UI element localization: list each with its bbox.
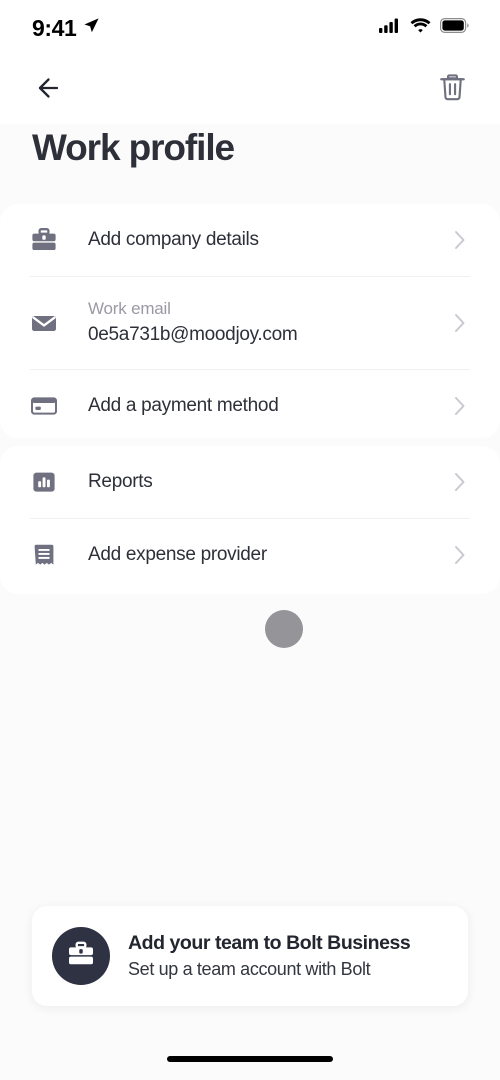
list-item-text: Add company details bbox=[88, 228, 440, 253]
status-time: 9:41 bbox=[32, 14, 77, 41]
promo-subtitle: Set up a team account with Bolt bbox=[128, 959, 371, 980]
list-item-text: Add expense provider bbox=[88, 543, 440, 568]
work-email-label: Work email bbox=[88, 299, 171, 319]
list-item-expense-provider[interactable]: Add expense provider bbox=[0, 519, 500, 591]
credit-card-icon bbox=[30, 392, 66, 420]
list-item-label: Add company details bbox=[88, 228, 259, 250]
list-item-text: Work email 0e5a731b@moodjoy.com bbox=[88, 298, 440, 348]
page-title: Work profile bbox=[32, 127, 235, 168]
briefcase-icon bbox=[30, 226, 66, 254]
bolt-business-promo-card[interactable]: Add your team to Bolt Business Set up a … bbox=[32, 906, 468, 1006]
delete-profile-button[interactable] bbox=[434, 72, 470, 108]
status-bar-right bbox=[379, 18, 470, 38]
location-arrow-icon bbox=[83, 17, 100, 39]
chevron-right-icon bbox=[450, 471, 470, 493]
list-item-label: Add a payment method bbox=[88, 394, 279, 416]
list-item-payment-method[interactable]: Add a payment method bbox=[0, 370, 500, 442]
promo-avatar bbox=[52, 927, 110, 985]
work-email-value: 0e5a731b@moodjoy.com bbox=[88, 324, 298, 346]
list-item-company-details[interactable]: Add company details bbox=[0, 204, 500, 276]
back-button[interactable] bbox=[28, 72, 64, 108]
receipt-icon bbox=[30, 541, 66, 569]
briefcase-icon bbox=[66, 939, 96, 974]
cellular-signal-icon bbox=[379, 18, 401, 38]
chevron-right-icon bbox=[450, 395, 470, 417]
profile-details-group: Add company details Work email 0e5a731b@… bbox=[0, 204, 500, 438]
home-indicator[interactable] bbox=[167, 1056, 333, 1062]
app-screen: 9:41 Work profile Add company details Wo… bbox=[0, 0, 500, 1080]
wifi-icon bbox=[410, 18, 431, 38]
chevron-right-icon bbox=[450, 312, 470, 334]
list-item-label: Reports bbox=[88, 470, 153, 492]
battery-full-icon bbox=[440, 18, 470, 38]
status-bar-left: 9:41 bbox=[32, 14, 100, 41]
envelope-icon bbox=[30, 309, 66, 337]
bar-chart-icon bbox=[30, 468, 66, 496]
list-item-label: Add expense provider bbox=[88, 543, 267, 565]
navigation-bar bbox=[0, 56, 500, 124]
expenses-group: Reports Add expense provider bbox=[0, 446, 500, 594]
list-item-work-email[interactable]: Work email 0e5a731b@moodjoy.com bbox=[0, 277, 500, 369]
chevron-right-icon bbox=[450, 229, 470, 251]
list-item-text: Add a payment method bbox=[88, 394, 440, 419]
promo-title: Add your team to Bolt Business bbox=[128, 931, 411, 954]
list-item-reports[interactable]: Reports bbox=[0, 446, 500, 518]
loading-spinner bbox=[265, 610, 303, 648]
trash-icon bbox=[439, 73, 466, 107]
status-bar: 9:41 bbox=[0, 0, 500, 56]
promo-text: Add your team to Bolt Business Set up a … bbox=[128, 930, 411, 983]
chevron-right-icon bbox=[450, 544, 470, 566]
list-item-text: Reports bbox=[88, 470, 440, 495]
arrow-left-icon bbox=[31, 73, 61, 108]
